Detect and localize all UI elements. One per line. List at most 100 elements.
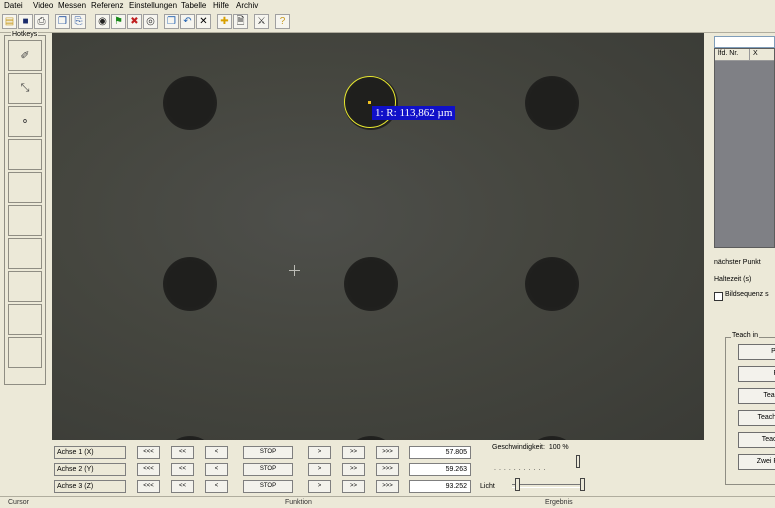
axis-3-fast-fwd-button[interactable]: >>>	[376, 480, 399, 493]
network-icon[interactable]: ⚔	[254, 14, 269, 29]
axis-2-stop-button[interactable]: STOP	[243, 463, 293, 476]
hotkey-empty-6[interactable]	[8, 205, 42, 236]
axis-2-step-back-button[interactable]: <	[205, 463, 228, 476]
axis-1-step-fwd-button[interactable]: >	[308, 446, 331, 459]
open-folder-icon[interactable]: ▤	[2, 14, 17, 29]
menu-video[interactable]: Video	[33, 1, 53, 10]
hole-dot	[344, 436, 398, 440]
hole-dot	[163, 436, 217, 440]
menu-einstellungen[interactable]: Einstellungen	[129, 1, 177, 10]
axis-2-step-fwd-button[interactable]: >	[308, 463, 331, 476]
col-x[interactable]: X	[753, 50, 758, 57]
menu-archiv[interactable]: Archiv	[236, 1, 258, 10]
paste-icon[interactable]: ⎘	[71, 14, 86, 29]
speed-ticks: ...........	[494, 466, 549, 472]
hotkey-empty-9[interactable]	[8, 304, 42, 335]
light-label: Licht	[480, 483, 495, 490]
hole-dot	[163, 76, 217, 130]
status-function: Funktion	[285, 499, 312, 506]
help-icon[interactable]: ?	[275, 14, 290, 29]
teach-in-title: Teach in	[731, 332, 760, 339]
axis-1-step-back-button[interactable]: <	[205, 446, 228, 459]
axis-1-fwd-button[interactable]: >>	[342, 446, 365, 459]
teach-button-6[interactable]: Zwei Pu	[738, 454, 775, 470]
hotkey-empty-8[interactable]	[8, 271, 42, 302]
menu-datei[interactable]: Datei	[4, 1, 23, 10]
axis-3-step-fwd-button[interactable]: >	[308, 480, 331, 493]
hotkeys-title: Hotkeys	[11, 31, 39, 38]
teach-button-3[interactable]: Teach	[738, 388, 775, 404]
teach-button-2[interactable]: Pu	[738, 366, 775, 382]
hotkey-measure-points-icon[interactable]: ⚬	[8, 106, 42, 137]
point-table-header: lfd. Nr. X	[715, 49, 774, 61]
point-table[interactable]: lfd. Nr. X	[714, 48, 775, 248]
col-lfd-nr[interactable]: lfd. Nr.	[718, 50, 738, 57]
copy-icon[interactable]: ❐	[55, 14, 70, 29]
light-slider-thumb-2[interactable]	[580, 478, 585, 491]
menu-hilfe[interactable]: Hilfe	[213, 1, 229, 10]
axis-2-value: 59.263	[409, 463, 471, 476]
measurement-label: 1: R: 113,862 µm	[372, 106, 456, 120]
speed-label-text: Geschwindigkeit:	[492, 444, 545, 451]
flag-icon[interactable]: ⚑	[111, 14, 126, 29]
axis-3-fast-back-button[interactable]: <<<	[137, 480, 160, 493]
axis-3-back-button[interactable]: <<	[171, 480, 194, 493]
teach-in-group: Teach in Pur Pu Teach TeachIn Teachl Zwei Pu	[725, 332, 775, 485]
menu-bar: Datei Video Messen Referenz Einstellunge…	[0, 0, 775, 12]
status-result: Ergebnis	[545, 499, 573, 506]
axis-1-stop-button[interactable]: STOP	[243, 446, 293, 459]
hotkey-empty-10[interactable]	[8, 337, 42, 368]
page-search-icon[interactable]: 🗎	[233, 14, 248, 29]
speed-slider-thumb[interactable]	[576, 455, 580, 468]
axis-3-fwd-button[interactable]: >>	[342, 480, 365, 493]
axis-1-label: Achse 1 (X)	[54, 446, 126, 459]
speed-value: 100 %	[548, 444, 569, 451]
print-icon[interactable]: ⎙	[34, 14, 49, 29]
point-input[interactable]	[714, 36, 775, 48]
axis-3-label: Achse 3 (Z)	[54, 480, 126, 493]
hotkeys-panel: Hotkeys ✐ ⤡ ⚬	[4, 31, 46, 385]
light-slider-track[interactable]	[512, 484, 584, 488]
crosshair-icon[interactable]: ✚	[217, 14, 232, 29]
delete-x-icon[interactable]: ✕	[196, 14, 211, 29]
speed-label: Geschwindigkeit: 100 %	[492, 444, 569, 451]
hole-dot	[525, 76, 579, 130]
axis-1-fast-back-button[interactable]: <<<	[137, 446, 160, 459]
axis-1-fast-fwd-button[interactable]: >>>	[376, 446, 399, 459]
axis-2-fast-fwd-button[interactable]: >>>	[376, 463, 399, 476]
hole-dot	[344, 257, 398, 311]
hole-dot	[525, 436, 579, 440]
hotkey-empty-4[interactable]	[8, 139, 42, 170]
camera-view[interactable]: 1: R: 113,862 µm	[52, 33, 704, 440]
hold-time-label: Haltezeit (s)	[714, 276, 752, 283]
camera-icon[interactable]: ◉	[95, 14, 110, 29]
marker-icon[interactable]: ✖	[127, 14, 142, 29]
measure-icon[interactable]: ❐	[164, 14, 179, 29]
measurement-center	[368, 101, 371, 104]
menu-referenz[interactable]: Referenz	[91, 1, 123, 10]
teach-button-5[interactable]: Teachl	[738, 432, 775, 448]
image-sequence-checkbox[interactable]	[714, 292, 723, 301]
status-bar: Cursor Funktion Ergebnis	[0, 496, 775, 508]
save-disk-icon[interactable]: ■	[18, 14, 33, 29]
light-slider-thumb-1[interactable]	[515, 478, 520, 491]
axis-3-stop-button[interactable]: STOP	[243, 480, 293, 493]
record-icon[interactable]: ◎	[143, 14, 158, 29]
measure-points-icon: ⚬	[20, 116, 30, 128]
hotkey-empty-7[interactable]	[8, 238, 42, 269]
hotkey-measure-angle-icon[interactable]: ⤡	[8, 73, 42, 104]
measure-line-icon: ✐	[20, 50, 30, 62]
menu-messen[interactable]: Messen	[58, 1, 86, 10]
axis-2-fwd-button[interactable]: >>	[342, 463, 365, 476]
axis-2-fast-back-button[interactable]: <<<	[137, 463, 160, 476]
undo-icon[interactable]: ↶	[180, 14, 195, 29]
hotkey-empty-5[interactable]	[8, 172, 42, 203]
axis-1-back-button[interactable]: <<	[171, 446, 194, 459]
hotkey-measure-line-icon[interactable]: ✐	[8, 40, 42, 71]
teach-button-4[interactable]: TeachIn	[738, 410, 775, 426]
hole-dot	[163, 257, 217, 311]
menu-tabelle[interactable]: Tabelle	[181, 1, 206, 10]
axis-3-step-back-button[interactable]: <	[205, 480, 228, 493]
axis-2-back-button[interactable]: <<	[171, 463, 194, 476]
teach-button-1[interactable]: Pur	[738, 344, 775, 360]
